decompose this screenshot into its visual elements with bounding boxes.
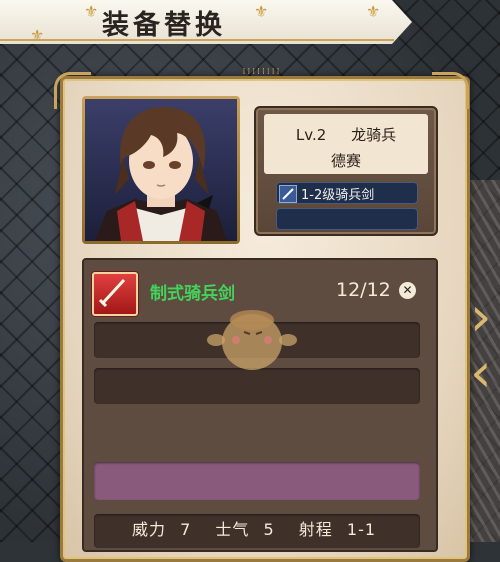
unit-name: 德赛 bbox=[330, 152, 361, 170]
unit-info-box: Lv.2 龙骑兵 德赛 1-2级骑兵剑 bbox=[254, 106, 438, 236]
chevron-left-icon[interactable]: ‹ bbox=[470, 346, 492, 400]
corner-ornament bbox=[432, 72, 469, 109]
page-title: 装备替换 bbox=[102, 10, 226, 41]
fleur-ornament-icon: ⚜ bbox=[30, 26, 45, 45]
equipped-slot-2[interactable] bbox=[276, 208, 418, 230]
title-banner: ⚜ ⚜ ⚜ ⚜ 装备替换 bbox=[0, 0, 412, 45]
unit-info-header: Lv.2 龙骑兵 德赛 bbox=[264, 114, 428, 174]
chevron-right-icon[interactable]: › bbox=[470, 290, 492, 344]
portrait-frame bbox=[82, 96, 240, 244]
equipped-slot-1[interactable]: 1-2级骑兵剑 bbox=[276, 182, 418, 204]
mascot-watermark bbox=[206, 302, 298, 378]
weapon-stats: 威力 7 士气 5 射程 1-1 bbox=[92, 516, 412, 540]
range-label: 射程 bbox=[298, 520, 333, 539]
fleur-ornament-icon: ⚜ bbox=[254, 2, 269, 21]
equipped-item-label: 1-2级骑兵剑 bbox=[301, 188, 375, 203]
weapon-uses: 12/12 bbox=[336, 279, 391, 301]
weapon-name[interactable]: 制式骑兵剑 bbox=[150, 279, 235, 304]
character-portrait bbox=[85, 99, 237, 241]
equipment-slot-selected[interactable] bbox=[94, 462, 420, 500]
unit-level: Lv.2 bbox=[295, 126, 327, 144]
fleur-ornament-icon: ⚜ bbox=[84, 2, 99, 21]
sword-icon bbox=[279, 185, 297, 203]
power-label: 威力 bbox=[132, 520, 167, 539]
panel-ornament: ⁞⁞⁞⁞⁞⁞⁞⁞ bbox=[242, 67, 282, 77]
morale-label: 士气 bbox=[215, 520, 250, 539]
unit-class: 龙骑兵 bbox=[351, 126, 397, 144]
sword-icon[interactable] bbox=[92, 272, 138, 316]
close-icon[interactable]: ✕ bbox=[399, 282, 416, 299]
morale-value: 5 bbox=[263, 520, 275, 539]
fleur-ornament-icon: ⚜ bbox=[366, 2, 381, 21]
power-value: 7 bbox=[180, 520, 192, 539]
range-value: 1-1 bbox=[346, 520, 377, 539]
